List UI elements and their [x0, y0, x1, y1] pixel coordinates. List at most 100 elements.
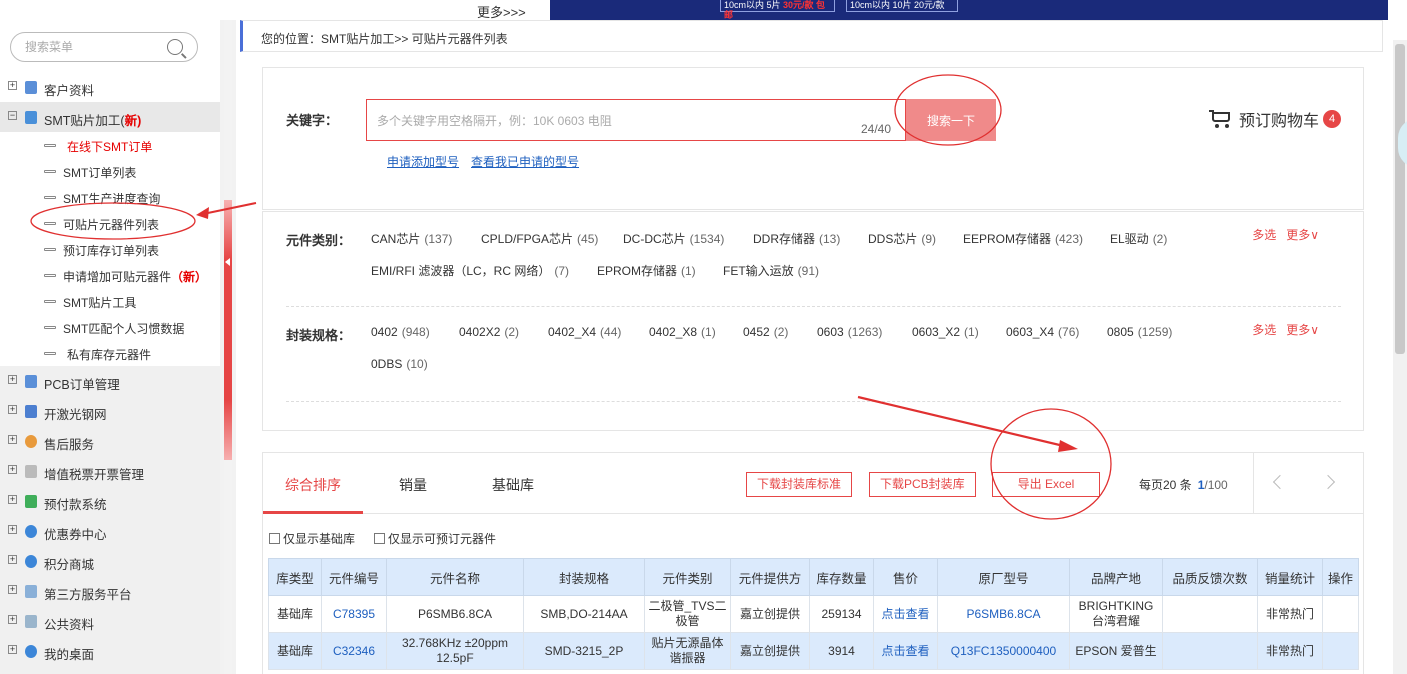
col-provider[interactable]: 元件提供方 — [730, 558, 810, 596]
col-name[interactable]: 元件名称 — [386, 558, 524, 596]
col-mfr-part[interactable]: 原厂型号 — [937, 558, 1070, 596]
package-item[interactable]: 0DBS (10) — [371, 357, 428, 371]
sub-item-reserve-orders[interactable]: 预订库存订单列表 — [0, 236, 220, 262]
category-item[interactable]: DDS芯片 (9) — [868, 230, 936, 247]
expand-icon[interactable]: + — [8, 81, 17, 90]
multi-select-button[interactable]: 多选 — [1252, 323, 1276, 337]
category-more-options[interactable]: 多选 更多∨ — [1252, 226, 1319, 243]
category-item[interactable]: DC-DC芯片 (1534) — [623, 230, 724, 247]
sidebar-item-customer[interactable]: + 客户资料 — [0, 72, 220, 102]
category-item[interactable]: FET输入运放 (91) — [723, 262, 819, 279]
cell-action[interactable] — [1322, 632, 1359, 670]
cell-mfr-part[interactable]: Q13FC1350000400 — [937, 632, 1070, 670]
view-applied-link[interactable]: 查看我已申请的型号 — [471, 153, 579, 170]
col-sales[interactable]: 销量统计 — [1257, 558, 1323, 596]
apply-model-link[interactable]: 申请添加型号 — [387, 153, 459, 170]
package-more-options[interactable]: 多选 更多∨ — [1252, 321, 1319, 338]
expand-icon[interactable]: + — [8, 615, 17, 624]
package-item[interactable]: 0402 (948) — [371, 325, 430, 339]
sub-item-private-stock[interactable]: 私有库存元器件 — [0, 340, 220, 366]
sub-item-apply-component[interactable]: 申请增加可贴元器件（新） — [0, 262, 220, 288]
package-item[interactable]: 0603_X2 (1) — [912, 325, 979, 339]
reserve-cart[interactable]: 预订购物车 4 — [1208, 107, 1341, 131]
prev-page-icon[interactable] — [1272, 474, 1288, 490]
package-item[interactable]: 0452 (2) — [743, 325, 788, 339]
sidebar-item-coupon[interactable]: + 优惠券中心 — [0, 516, 220, 546]
expand-icon[interactable]: + — [8, 555, 17, 564]
category-item[interactable]: EMI/RFI 滤波器（LC，RC 网络） (7) — [371, 262, 569, 279]
sidebar-item-invoice[interactable]: + 增值税票开票管理 — [0, 456, 220, 486]
col-lib-type[interactable]: 库类型 — [268, 558, 322, 596]
sidebar-item-pcb[interactable]: + PCB订单管理 — [0, 366, 220, 396]
chevron-left-icon[interactable] — [225, 258, 230, 266]
sub-item-smt-tools[interactable]: SMT贴片工具 — [0, 288, 220, 314]
basic-lib-checkbox[interactable]: 仅显示基础库 — [269, 530, 355, 547]
expand-icon[interactable]: + — [8, 465, 17, 474]
sub-item-progress[interactable]: SMT生产进度查询 — [0, 184, 220, 210]
multi-select-button[interactable]: 多选 — [1252, 228, 1276, 242]
package-item[interactable]: 0402_X8 (1) — [649, 325, 716, 339]
sidebar-item-desktop[interactable]: + 我的桌面 — [0, 636, 220, 666]
sidebar-collapse-bar[interactable] — [220, 20, 236, 674]
cell-code[interactable]: C32346 — [321, 632, 387, 670]
sub-item-habit-data[interactable]: SMT匹配个人习惯数据 — [0, 314, 220, 340]
col-price[interactable]: 售价 — [873, 558, 938, 596]
sidebar-item-stencil[interactable]: + 开激光钢网 — [0, 396, 220, 426]
expand-icon[interactable]: + — [8, 375, 17, 384]
expand-icon[interactable]: + — [8, 585, 17, 594]
sidebar-item-thirdparty[interactable]: + 第三方服务平台 — [0, 576, 220, 606]
package-item[interactable]: 0805 (1259) — [1107, 325, 1172, 339]
category-item[interactable]: EEPROM存储器 (423) — [963, 230, 1083, 247]
sidebar-item-public[interactable]: + 公共资料 — [0, 606, 220, 636]
category-item[interactable]: CPLD/FPGA芯片 (45) — [481, 230, 598, 247]
cell-price-link[interactable]: 点击查看 — [873, 595, 938, 633]
package-item[interactable]: 0603_X4 (76) — [1006, 325, 1079, 339]
sub-item-order-list[interactable]: SMT订单列表 — [0, 158, 220, 184]
promo-banner[interactable]: 10cm以内 5片 30元/款 包邮 10cm以内 10片 20元/款 — [550, 0, 1388, 20]
export-excel-button[interactable]: 导出 Excel — [992, 472, 1100, 497]
col-brand[interactable]: 品牌产地 — [1069, 558, 1163, 596]
sidebar-item-points[interactable]: + 积分商城 — [0, 546, 220, 576]
category-item[interactable]: CAN芯片 (137) — [371, 230, 452, 247]
expand-icon[interactable]: + — [8, 495, 17, 504]
next-page-icon[interactable] — [1320, 474, 1336, 490]
checkbox-icon[interactable] — [374, 533, 385, 544]
more-button[interactable]: 更多∨ — [1286, 228, 1319, 242]
col-package[interactable]: 封装规格 — [523, 558, 645, 596]
package-item[interactable]: 0402_X4 (44) — [548, 325, 621, 339]
col-action[interactable]: 操作 — [1322, 558, 1359, 596]
col-category[interactable]: 元件类别 — [644, 558, 731, 596]
tab-overall[interactable]: 综合排序 — [285, 475, 341, 495]
col-stock[interactable]: 库存数量 — [809, 558, 874, 596]
search-button[interactable]: 搜索一下 — [906, 99, 996, 141]
tab-sales[interactable]: 销量 — [399, 475, 427, 495]
keyword-input[interactable] — [377, 112, 817, 130]
package-item[interactable]: 0402X2 (2) — [459, 325, 519, 339]
expand-icon[interactable]: + — [8, 405, 17, 414]
collapse-handle[interactable] — [224, 20, 232, 674]
cell-code[interactable]: C78395 — [321, 595, 387, 633]
package-item[interactable]: 0603 (1263) — [817, 325, 882, 339]
sub-item-component-list[interactable]: 可贴片元器件列表 — [0, 210, 220, 236]
collapse-icon[interactable]: − — [8, 111, 17, 120]
cell-price-link[interactable]: 点击查看 — [873, 632, 938, 670]
download-pcb-button[interactable]: 下载PCB封装库 — [869, 472, 976, 497]
col-feedback[interactable]: 品质反馈次数 — [1162, 558, 1258, 596]
cell-mfr-part[interactable]: P6SMB6.8CA — [937, 595, 1070, 633]
tab-basic-lib[interactable]: 基础库 — [492, 475, 534, 495]
expand-icon[interactable]: + — [8, 525, 17, 534]
checkbox-icon[interactable] — [269, 533, 280, 544]
sidebar-item-aftersale[interactable]: + 售后服务 — [0, 426, 220, 456]
sidebar-item-smt[interactable]: − SMT贴片加工(新) — [0, 102, 220, 132]
col-code[interactable]: 元件编号 — [321, 558, 387, 596]
scrollbar-thumb[interactable] — [1395, 44, 1405, 354]
expand-icon[interactable]: + — [8, 435, 17, 444]
expand-icon[interactable]: + — [8, 645, 17, 654]
category-item[interactable]: DDR存储器 (13) — [753, 230, 840, 247]
search-icon[interactable] — [167, 39, 183, 55]
reservable-checkbox[interactable]: 仅显示可预订元器件 — [374, 530, 496, 547]
sub-item-online-order[interactable]: 在线下SMT订单 — [0, 132, 220, 158]
more-button[interactable]: 更多∨ — [1286, 323, 1319, 337]
cell-action[interactable] — [1322, 595, 1359, 633]
category-item[interactable]: EPROM存储器 (1) — [597, 262, 696, 279]
